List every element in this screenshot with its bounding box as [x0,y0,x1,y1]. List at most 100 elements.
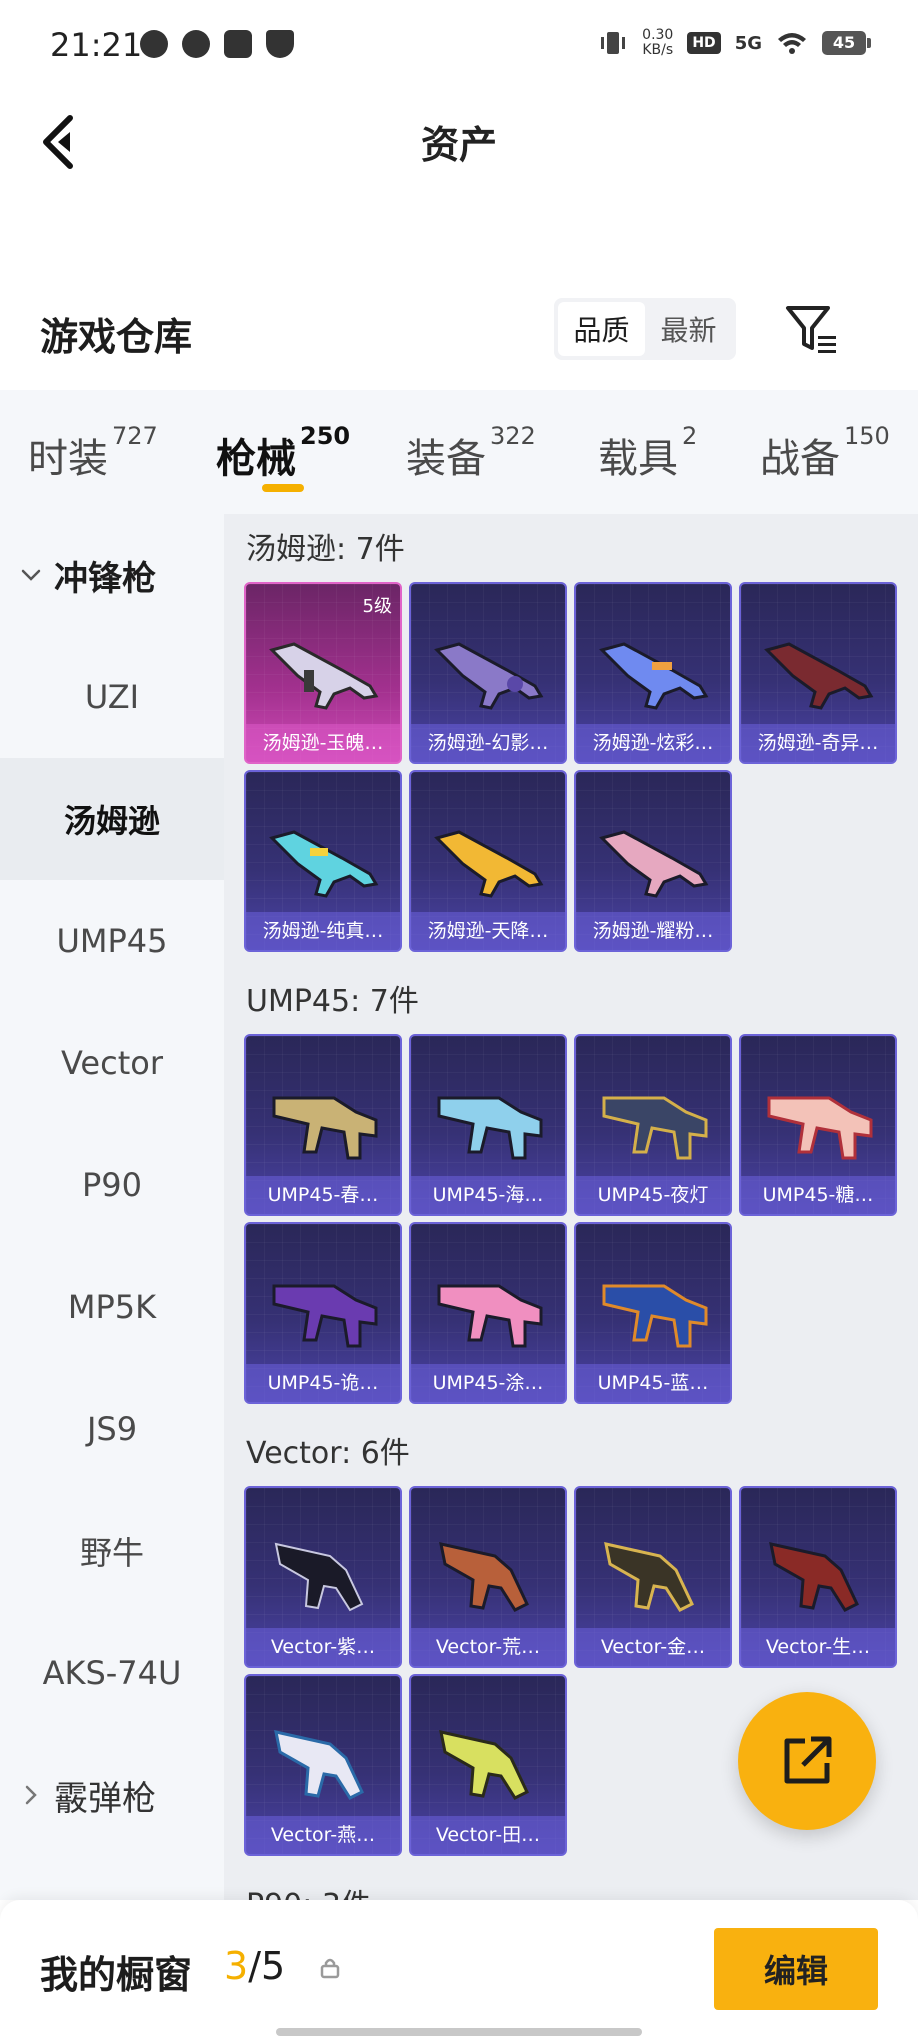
skin-card[interactable]: UMP45-诡… [244,1222,402,1404]
tab-label: 时装 [28,436,108,482]
sidebar-group-shotgun[interactable]: 霰弹枪 [0,1734,224,1856]
external-link-icon [784,1736,832,1784]
tab-supplies[interactable]: 战备 150 [760,422,890,484]
skin-name: 汤姆逊-炫彩… [576,724,730,762]
skin-name: UMP45-海… [411,1176,565,1214]
sort-quality-option[interactable]: 品质 [558,302,645,356]
skin-name: Vector-荒… [411,1628,565,1666]
wechat-icon [140,30,168,58]
skin-card[interactable]: 5级 汤姆逊-玉魄… [244,582,402,764]
skin-card[interactable]: Vector-燕… [244,1674,402,1856]
vector-gun-icon [604,1542,694,1612]
skin-card[interactable]: 汤姆逊-幻影… [409,582,567,764]
skin-card[interactable]: Vector-金… [574,1486,732,1668]
tab-vehicles[interactable]: 载具 2 [598,422,697,484]
skin-name: 汤姆逊-耀粉… [576,912,730,950]
sidebar-item-bizon[interactable]: 野牛 [0,1490,224,1612]
skin-name: UMP45-夜灯 [576,1176,730,1214]
skin-name: Vector-金… [576,1628,730,1666]
skin-name: 汤姆逊-奇异… [741,724,895,762]
sidebar-item-p90[interactable]: P90 [0,1124,224,1246]
skin-card[interactable]: Vector-生… [739,1486,897,1668]
vector-gun-icon [769,1542,859,1612]
skin-card[interactable]: 汤姆逊-天降… [409,770,567,952]
skin-name: Vector-生… [741,1628,895,1666]
sidebar-item-uzi[interactable]: UZI [0,636,224,758]
tab-equipment[interactable]: 装备 322 [406,422,536,484]
hd-badge: HD [687,32,721,54]
skin-card[interactable]: 汤姆逊-奇异… [739,582,897,764]
chevron-down-icon [21,569,41,581]
vibrate-icon [601,32,626,54]
skin-card[interactable]: UMP45-春… [244,1034,402,1216]
status-bar: 21:21 0.30 KB/s HD 5G 45 [0,0,918,92]
tab-count: 250 [300,422,351,450]
sidebar-group-label: 冲锋枪 [54,558,156,599]
skin-name: Vector-紫… [246,1628,400,1666]
vector-gun-icon [439,1730,529,1800]
thompson-gun-icon [269,642,379,710]
section-title-vector: Vector: 6件 [246,1436,410,1471]
sidebar-item-thompson[interactable]: 汤姆逊 [0,758,224,880]
sidebar-item-ump45[interactable]: UMP45 [0,880,224,1002]
sidebar-item-mp5k[interactable]: MP5K [0,1246,224,1368]
skin-name: UMP45-蓝… [576,1364,730,1402]
warehouse-header: 游戏仓库 品质 最新 [0,282,918,382]
skin-card[interactable]: UMP45-蓝… [574,1222,732,1404]
filter-icon [786,306,836,353]
page-title: 资产 [420,123,497,167]
skin-card[interactable]: 汤姆逊-耀粉… [574,770,732,952]
tab-weapons[interactable]: 枪械 250 [216,422,350,484]
thompson-gun-icon [599,642,709,710]
sidebar-item-js9[interactable]: JS9 [0,1368,224,1490]
category-tabs: 时装 727 枪械 250 装备 322 载具 2 战备 150 [0,390,918,514]
tab-count: 2 [682,422,698,450]
tab-outfits[interactable]: 时装 727 [28,422,158,484]
skin-card[interactable]: UMP45-涂… [409,1222,567,1404]
message-icon [224,30,252,58]
tab-label: 装备 [406,436,486,482]
skin-card[interactable]: 汤姆逊-炫彩… [574,582,732,764]
skin-card[interactable]: UMP45-夜灯 [574,1034,732,1216]
tab-count: 727 [112,422,158,450]
vector-gun-icon [274,1730,364,1800]
showcase-bar: 我的橱窗 3/5 编辑 [0,1900,918,2040]
app-notification-icon [182,30,210,58]
skin-card[interactable]: Vector-田… [409,1674,567,1856]
sidebar-group-smg[interactable]: 冲锋枪 [0,514,224,636]
ump45-gun-icon [767,1096,873,1160]
skin-card[interactable]: Vector-紫… [244,1486,402,1668]
section-title-thompson: 汤姆逊: 7件 [246,532,405,567]
thompson-gun-icon [599,830,709,898]
vector-gun-icon [439,1542,529,1612]
section-title-ump45: UMP45: 7件 [246,984,419,1019]
network-type: 5G [734,32,762,54]
sort-newest-option[interactable]: 最新 [645,302,732,356]
skin-card[interactable]: 汤姆逊-纯真… [244,770,402,952]
tab-label: 枪械 [216,436,296,482]
skin-card[interactable]: UMP45-糖… [739,1034,897,1216]
ump45-gun-icon [437,1096,543,1160]
section-title-p90: P90: 3件 [246,1880,371,1900]
showcase-total: 5 [261,1944,286,1988]
skin-card[interactable]: UMP45-海… [409,1034,567,1216]
share-button[interactable] [738,1692,876,1830]
showcase-count: 3/5 [224,1944,285,1988]
lock-icon [320,1958,340,1979]
sidebar-item-aks74u[interactable]: AKS-74U [0,1612,224,1734]
ump45-gun-icon [272,1284,378,1348]
tab-label: 战备 [760,436,840,482]
ump45-gun-icon [602,1284,708,1348]
sidebar-item-vector[interactable]: Vector [0,1002,224,1124]
tab-count: 322 [490,422,536,450]
thompson-gun-icon [434,830,544,898]
sidebar-group-label: 霰弹枪 [54,1778,156,1819]
skin-card[interactable]: Vector-荒… [409,1486,567,1668]
edit-button[interactable]: 编辑 [714,1928,878,2010]
system-status: 0.30 KB/s HD 5G 45 [598,28,871,58]
filter-button[interactable] [782,300,842,360]
active-tab-indicator [262,484,304,492]
showcase-separator: / [248,1944,261,1988]
skin-name: 汤姆逊-纯真… [246,912,400,950]
ump45-gun-icon [272,1096,378,1160]
